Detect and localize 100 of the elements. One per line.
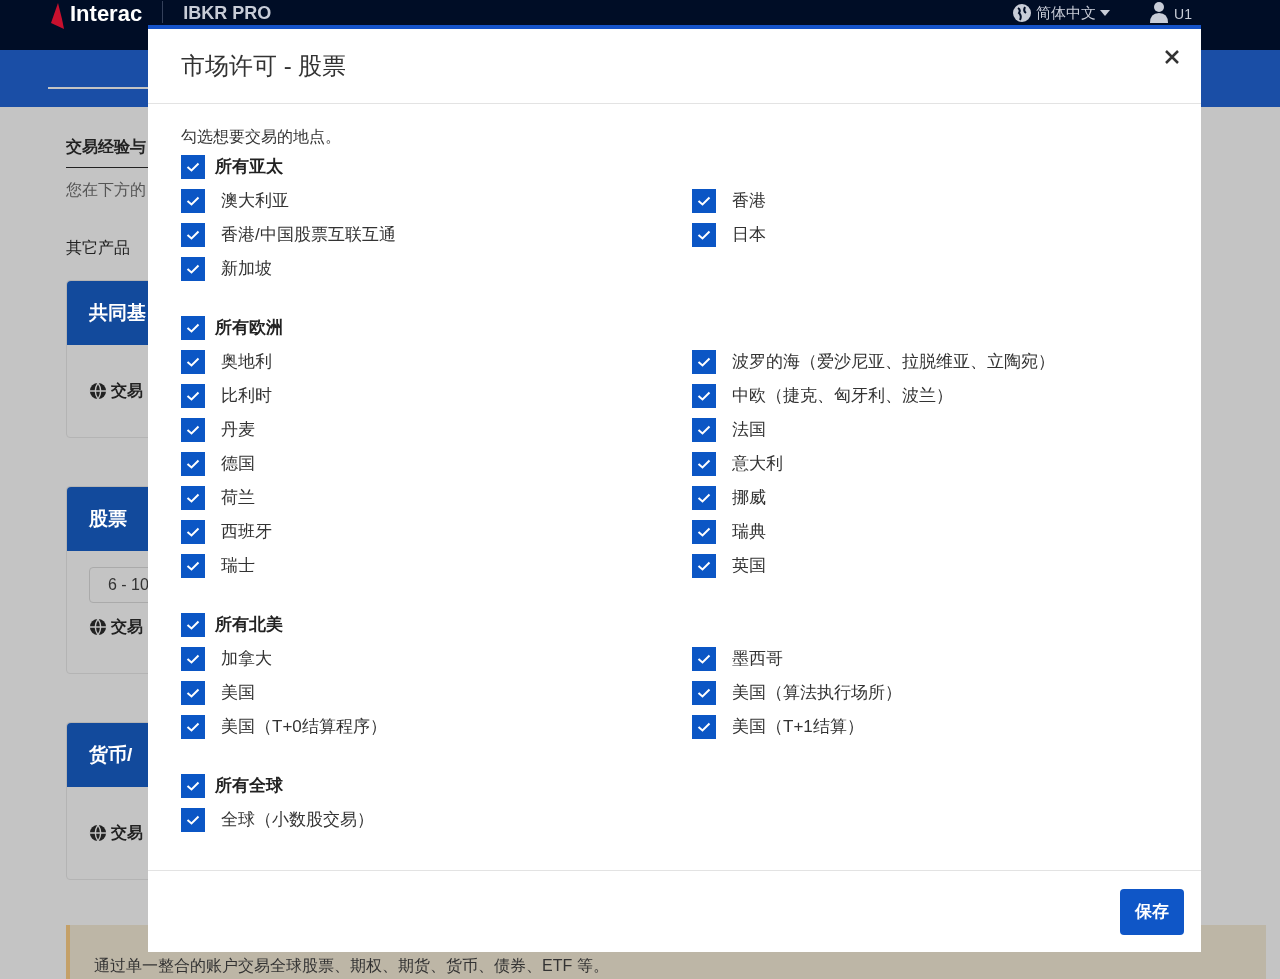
check-icon xyxy=(186,196,200,206)
card-title: 股票 xyxy=(89,506,127,531)
option-label: 美国（算法执行场所） xyxy=(732,682,902,705)
group-label: 所有全球 xyxy=(215,775,283,798)
checkbox[interactable] xyxy=(181,486,205,510)
check-icon xyxy=(186,264,200,274)
option-label: 墨西哥 xyxy=(732,648,783,671)
option-label: 香港/中国股票互联互通 xyxy=(221,224,396,247)
checkbox[interactable] xyxy=(692,452,716,476)
option-label: 澳大利亚 xyxy=(221,190,289,213)
checkbox[interactable] xyxy=(181,418,205,442)
checkbox[interactable] xyxy=(692,223,716,247)
notice-text: 通过单一整合的账户交易全球股票、期权、期货、货币、债券、ETF 等。 xyxy=(94,956,610,976)
check-icon xyxy=(186,815,200,825)
save-button[interactable]: 保存 xyxy=(1120,888,1184,935)
check-icon xyxy=(186,527,200,537)
check-icon xyxy=(186,230,200,240)
checkbox[interactable] xyxy=(692,189,716,213)
check-icon xyxy=(697,230,711,240)
checkbox[interactable] xyxy=(692,554,716,578)
user-icon[interactable] xyxy=(1150,1,1169,23)
checkbox[interactable] xyxy=(181,350,205,374)
checkbox[interactable] xyxy=(692,520,716,544)
check-icon xyxy=(186,357,200,367)
checkbox[interactable] xyxy=(181,715,205,739)
option-label: 西班牙 xyxy=(221,521,272,544)
checkbox[interactable] xyxy=(692,715,716,739)
checkbox[interactable] xyxy=(692,486,716,510)
check-icon xyxy=(186,561,200,571)
section-text: 您在下方的 xyxy=(66,180,147,200)
dialog-title: 市场许可 - 股票 xyxy=(181,51,347,81)
check-icon xyxy=(186,493,200,503)
checkbox[interactable] xyxy=(181,520,205,544)
checkbox[interactable] xyxy=(181,384,205,408)
checkbox[interactable] xyxy=(181,155,205,179)
option-label: 美国 xyxy=(221,682,255,705)
intro-text: 勾选想要交易的地点。 xyxy=(181,127,342,147)
check-icon xyxy=(186,722,200,732)
other-products-label: 其它产品 xyxy=(66,238,131,258)
option-label: 德国 xyxy=(221,453,255,476)
option-label: 加拿大 xyxy=(221,648,272,671)
group-label: 所有欧洲 xyxy=(215,317,283,340)
checkbox[interactable] xyxy=(181,316,205,340)
globe-icon xyxy=(89,824,107,842)
option-label: 瑞士 xyxy=(221,555,255,578)
option-label: 法国 xyxy=(732,419,766,442)
check-icon xyxy=(186,654,200,664)
check-icon xyxy=(186,688,200,698)
checkbox[interactable] xyxy=(181,681,205,705)
checkbox[interactable] xyxy=(181,647,205,671)
check-icon xyxy=(697,527,711,537)
check-icon xyxy=(186,323,200,333)
checkbox[interactable] xyxy=(181,554,205,578)
option-label: 美国（T+1结算） xyxy=(732,716,864,739)
section-title: 交易经验与 xyxy=(66,137,147,157)
checkbox[interactable] xyxy=(181,189,205,213)
option-label: 全球（小数股交易） xyxy=(221,809,374,832)
checkbox[interactable] xyxy=(692,384,716,408)
check-icon xyxy=(186,459,200,469)
checkbox[interactable] xyxy=(692,418,716,442)
check-icon xyxy=(697,561,711,571)
check-icon xyxy=(186,620,200,630)
option-label: 挪威 xyxy=(732,487,766,510)
check-icon xyxy=(697,654,711,664)
language-menu[interactable]: 简体中文 xyxy=(1012,1,1111,25)
check-icon xyxy=(697,425,711,435)
option-label: 英国 xyxy=(732,555,766,578)
option-label: 比利时 xyxy=(221,385,272,408)
group-label: 所有亚太 xyxy=(215,156,283,179)
checkbox[interactable] xyxy=(692,350,716,374)
check-icon xyxy=(697,722,711,732)
check-icon xyxy=(697,391,711,401)
check-icon xyxy=(697,493,711,503)
option-label: 瑞典 xyxy=(732,521,766,544)
checkbox[interactable] xyxy=(692,647,716,671)
checkbox[interactable] xyxy=(181,452,205,476)
option-label: 香港 xyxy=(732,190,766,213)
checkbox[interactable] xyxy=(181,808,205,832)
check-icon xyxy=(697,459,711,469)
close-icon[interactable] xyxy=(1164,49,1180,65)
checkbox[interactable] xyxy=(181,257,205,281)
globe-icon xyxy=(89,382,107,400)
globe-icon xyxy=(1012,3,1033,23)
checkbox[interactable] xyxy=(181,613,205,637)
checkbox[interactable] xyxy=(181,774,205,798)
option-label: 新加坡 xyxy=(221,258,272,281)
globe-icon xyxy=(89,618,107,636)
product-name: IBKR PRO xyxy=(183,2,272,25)
check-icon xyxy=(697,357,711,367)
option-label: 奥地利 xyxy=(221,351,272,374)
checkbox[interactable] xyxy=(181,223,205,247)
trade-label: 交易 xyxy=(111,381,143,401)
brand-name: Interac xyxy=(70,1,143,27)
check-icon xyxy=(697,196,711,206)
option-label: 荷兰 xyxy=(221,487,255,510)
option-label: 意大利 xyxy=(732,453,783,476)
checkbox[interactable] xyxy=(692,681,716,705)
option-label: 中欧（捷克、匈牙利、波兰） xyxy=(732,385,953,408)
card-title: 货币/ xyxy=(89,742,133,767)
check-icon xyxy=(186,162,200,172)
